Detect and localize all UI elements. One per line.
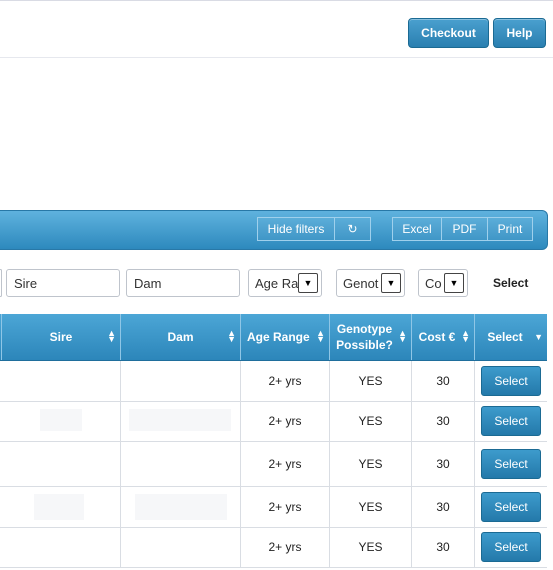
table-row: 2+ yrs YES 30 Select	[0, 401, 547, 442]
sire-cell	[0, 441, 121, 486]
chevron-down-icon: ▼	[298, 273, 318, 293]
select-filter-label: Select	[493, 276, 529, 290]
sire-cell	[0, 527, 121, 567]
genotype-cell: YES	[330, 486, 412, 527]
cost-cell: 30	[412, 401, 475, 441]
sort-icon: ▲ ▼	[316, 328, 325, 344]
dam-filter-input[interactable]: Dam	[126, 269, 240, 297]
sire-redacted	[34, 494, 84, 520]
header-sire[interactable]: Sire ▲ ▼	[2, 314, 121, 360]
chevron-down-icon: ▼	[381, 273, 401, 293]
genotype-filter-select[interactable]: Genot ▼	[336, 269, 405, 297]
select-button[interactable]: Select	[481, 366, 541, 396]
sort-icon: ▲ ▼	[227, 328, 236, 344]
age-range-cell: 2+ yrs	[241, 401, 330, 441]
sort-icon: ▲ ▼	[107, 328, 116, 344]
print-button[interactable]: Print	[487, 217, 533, 241]
filter-row: Sire Dam Age Ra ▼ Genot ▼ Co ▼ Select	[0, 262, 553, 306]
dam-cell	[121, 401, 241, 441]
genotype-cell: YES	[330, 527, 412, 567]
chevron-down-icon: ▼	[444, 273, 464, 293]
header-divider	[0, 57, 553, 58]
select-cell: Select	[475, 441, 547, 486]
select-button[interactable]: Select	[481, 491, 541, 522]
cost-filter-select[interactable]: Co ▼	[418, 269, 468, 297]
header-genotype-label: Genotype Possible?	[336, 322, 393, 352]
sire-cell	[0, 486, 121, 527]
dam-cell	[121, 441, 241, 486]
header-genotype[interactable]: Genotype Possible? ▲ ▼	[330, 314, 412, 360]
age-range-cell: 2+ yrs	[241, 441, 330, 486]
header-cost[interactable]: Cost € ▲ ▼	[412, 314, 475, 360]
hide-filters-button[interactable]: Hide filters	[257, 217, 335, 241]
table-row: 2+ yrs YES 30 Select	[0, 361, 547, 402]
filter-cut-input[interactable]	[0, 269, 2, 297]
table-row: 2+ yrs YES 30 Select	[0, 527, 547, 568]
header-age-range[interactable]: Age Range ▲ ▼	[241, 314, 330, 360]
header-dam[interactable]: Dam ▲ ▼	[121, 314, 241, 360]
refresh-button[interactable]: ↻	[334, 217, 371, 241]
genotype-cell: YES	[330, 361, 412, 401]
select-cell: Select	[475, 527, 547, 567]
cost-cell: 30	[412, 527, 475, 567]
pdf-button[interactable]: PDF	[441, 217, 488, 241]
age-range-cell: 2+ yrs	[241, 486, 330, 527]
header-select-label: Select	[487, 330, 523, 344]
genotype-cell: YES	[330, 401, 412, 441]
top-border	[0, 0, 553, 1]
help-button[interactable]: Help	[493, 18, 546, 48]
cost-cell: 30	[412, 441, 475, 486]
header-age-range-label: Age Range	[247, 330, 310, 344]
dam-cell	[121, 486, 241, 527]
genotype-filter-value: Genot	[343, 275, 379, 291]
select-button[interactable]: Select	[481, 448, 541, 479]
header-cost-label: Cost €	[418, 330, 456, 344]
select-cell: Select	[475, 361, 547, 401]
dropdown-caret-icon: ▼	[534, 332, 543, 342]
table-row: 2+ yrs YES 30 Select	[0, 486, 547, 528]
age-range-cell: 2+ yrs	[241, 527, 330, 567]
select-button[interactable]: Select	[481, 532, 541, 562]
header-sire-label: Sire	[49, 330, 73, 344]
dam-redacted	[129, 409, 231, 431]
header-select[interactable]: Select ▼	[475, 314, 547, 360]
header-dam-label: Dam	[167, 330, 194, 344]
genotype-cell: YES	[330, 441, 412, 486]
sire-redacted	[40, 409, 82, 431]
table-toolbar: Hide filters ↻ Excel PDF Print	[0, 210, 548, 250]
table-row: 2+ yrs YES 30 Select	[0, 441, 547, 487]
dam-cell	[121, 527, 241, 567]
age-range-filter-value: Age Ra	[255, 275, 298, 291]
sort-icon: ▲ ▼	[461, 328, 470, 344]
sire-filter-input[interactable]: Sire	[6, 269, 120, 297]
sire-cell	[0, 401, 121, 441]
excel-button[interactable]: Excel	[392, 217, 442, 241]
select-button[interactable]: Select	[481, 406, 541, 436]
cost-cell: 30	[412, 486, 475, 527]
age-range-filter-select[interactable]: Age Ra ▼	[248, 269, 322, 297]
age-range-cell: 2+ yrs	[241, 361, 330, 401]
sire-cell	[0, 361, 121, 401]
refresh-icon: ↻	[347, 222, 358, 236]
select-cell: Select	[475, 401, 547, 441]
cost-cell: 30	[412, 361, 475, 401]
cost-filter-value: Co	[425, 275, 442, 291]
sort-icon: ▲ ▼	[398, 328, 407, 344]
table-header: Sire ▲ ▼ Dam ▲ ▼ Age Range ▲ ▼ Genotype Pos…	[0, 314, 547, 361]
dam-redacted	[135, 494, 227, 520]
checkout-button[interactable]: Checkout	[408, 18, 489, 48]
select-cell: Select	[475, 486, 547, 527]
dam-cell	[121, 361, 241, 401]
